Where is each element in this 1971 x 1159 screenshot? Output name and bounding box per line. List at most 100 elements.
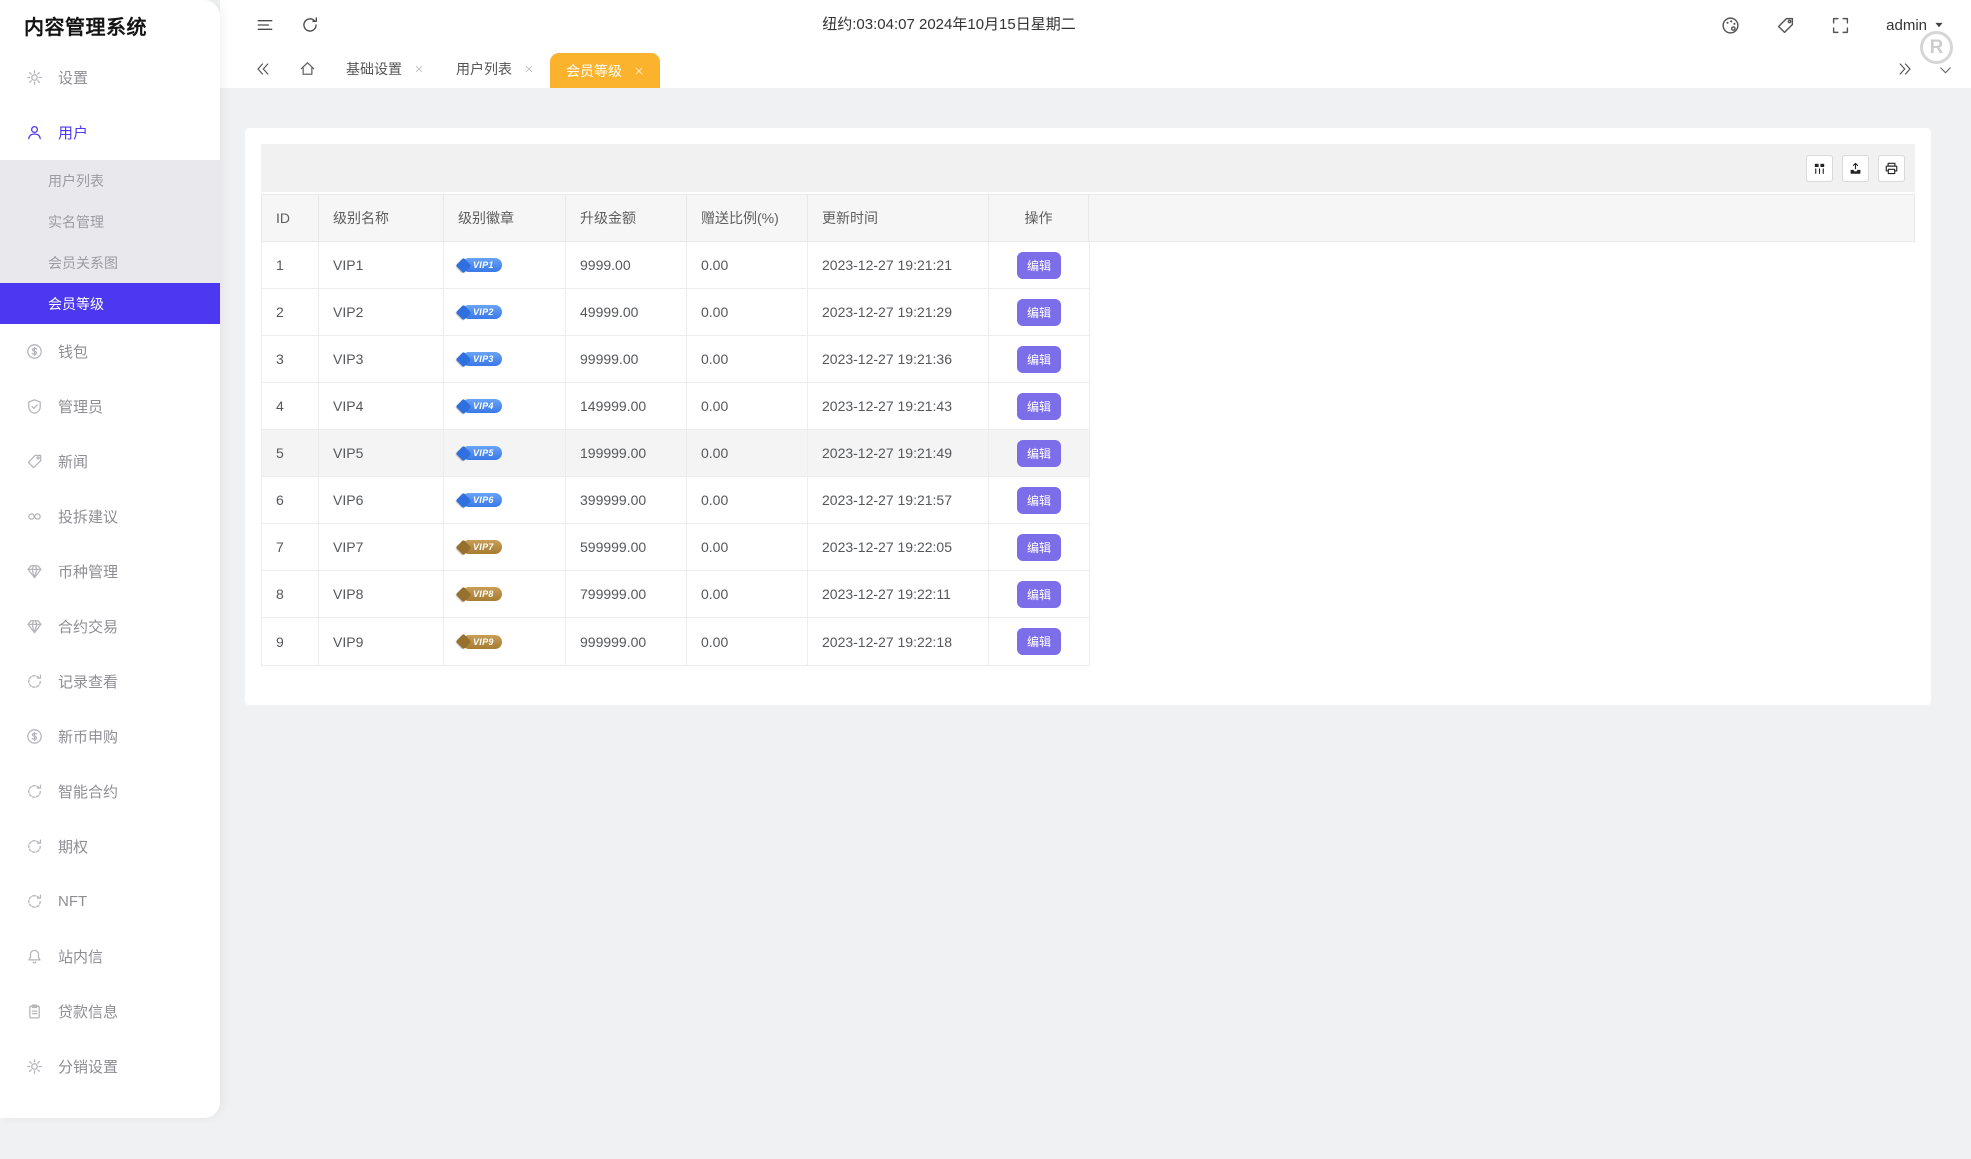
close-icon[interactable]: [524, 64, 534, 74]
refresh-icon[interactable]: [301, 16, 319, 34]
row-id: 8: [276, 586, 284, 602]
price-tag-icon[interactable]: [1776, 16, 1795, 35]
column-header: 赠送比例(%): [687, 195, 808, 241]
sidebar-subitem[interactable]: 实名管理: [0, 201, 220, 242]
tab[interactable]: 会员等级: [550, 53, 660, 88]
vip-badge-icon: VIP8: [455, 586, 502, 602]
table-row: 3 VIP3 VIP3 99999.00 0.00 2023-12-27 19:21:36…: [262, 336, 1089, 383]
cell-gift-ratio: 0.00: [687, 289, 808, 335]
table-row: 5 VIP5 VIP5 199999.00 0.00 2023-12-27 19:21:4…: [262, 430, 1089, 477]
column-header: 级别名称: [319, 195, 444, 241]
table-row: 6 VIP6 VIP6 399999.00 0.00 2023-12-27 19:21:5…: [262, 477, 1089, 524]
upgrade-amount: 799999.00: [580, 586, 647, 602]
sidebar-item[interactable]: 用户: [0, 105, 220, 160]
vip-badge-icon: VIP7: [455, 539, 502, 555]
cell-level-name: VIP9: [319, 618, 444, 665]
sidebar-item[interactable]: 投拆建议: [0, 489, 220, 544]
edit-button[interactable]: 编辑: [1016, 345, 1061, 373]
edit-button[interactable]: 编辑: [1016, 486, 1061, 514]
sidebar-subitem[interactable]: 会员关系图: [0, 242, 220, 283]
gear-icon: [26, 69, 43, 86]
tab[interactable]: 基础设置: [330, 50, 440, 88]
row-id: 2: [276, 304, 284, 320]
columns-icon: [1812, 161, 1827, 176]
cell-id: 8: [262, 571, 319, 617]
upgrade-amount: 599999.00: [580, 539, 647, 555]
cell-gift-ratio: 0.00: [687, 336, 808, 382]
sidebar-item[interactable]: NFT: [0, 874, 220, 929]
tab-label: 基础设置: [346, 61, 402, 77]
cell-upgrade-amount: 599999.00: [566, 524, 687, 570]
history-icon: [26, 673, 43, 690]
upgrade-amount: 399999.00: [580, 492, 647, 508]
row-id: 1: [276, 257, 284, 273]
cell-actions: 编辑: [989, 289, 1089, 335]
sidebar: 内容管理系统 设置 用户 用户列表 实名管理 会员关系图 会员等级 钱包 管理员 新闻 投拆建议币…: [0, 0, 220, 1118]
sidebar-item[interactable]: 新闻: [0, 434, 220, 489]
sidebar-item-label: 投拆建议: [58, 509, 119, 526]
sidebar-item[interactable]: 设置: [0, 50, 220, 105]
sidebar-item[interactable]: 合约交易: [0, 599, 220, 654]
fullscreen-icon[interactable]: [1831, 16, 1850, 35]
updated-time: 2023-12-27 19:21:36: [822, 351, 952, 367]
menu-collapse-icon[interactable]: [256, 16, 274, 34]
home-icon[interactable]: [299, 60, 316, 77]
cell-id: 7: [262, 524, 319, 570]
tag-icon: [26, 453, 43, 470]
columns-button[interactable]: [1806, 154, 1833, 182]
admin-label: admin: [1886, 16, 1927, 34]
print-button[interactable]: [1878, 154, 1905, 182]
sidebar-item[interactable]: 贷款信息: [0, 984, 220, 1039]
sidebar-subitem[interactable]: 会员等级: [0, 283, 220, 324]
gift-ratio: 0.00: [701, 586, 729, 602]
export-button[interactable]: [1842, 154, 1869, 182]
palette-icon[interactable]: [1721, 16, 1740, 35]
edit-button[interactable]: 编辑: [1016, 580, 1061, 608]
vip-badge-icon: VIP3: [455, 351, 502, 367]
upgrade-amount: 49999.00: [580, 304, 639, 320]
avatar[interactable]: R: [1920, 31, 1953, 64]
level-name: VIP5: [333, 445, 364, 461]
sidebar-item[interactable]: 钱包: [0, 324, 220, 379]
edit-button[interactable]: 编辑: [1016, 392, 1061, 420]
chevrons-left-icon[interactable]: [255, 61, 271, 77]
sidebar-item[interactable]: 新币申购: [0, 709, 220, 764]
vip-badge-icon: VIP5: [455, 445, 502, 461]
gift-ratio: 0.00: [701, 304, 729, 320]
close-icon[interactable]: [414, 64, 424, 74]
tab-label: 会员等级: [566, 62, 622, 79]
cell-upgrade-amount: 199999.00: [566, 430, 687, 476]
print-icon: [1884, 161, 1899, 176]
edit-button[interactable]: 编辑: [1016, 251, 1061, 279]
sidebar-item[interactable]: 记录查看: [0, 654, 220, 709]
sidebar-item[interactable]: 管理员: [0, 379, 220, 434]
sidebar-item[interactable]: 期权: [0, 819, 220, 874]
updated-time: 2023-12-27 19:21:21: [822, 257, 952, 273]
edit-button[interactable]: 编辑: [1016, 628, 1061, 655]
table-row: 2 VIP2 VIP2 49999.00 0.00 2023-12-27 19:21:29…: [262, 289, 1089, 336]
cell-level-name: VIP4: [319, 383, 444, 429]
cell-updated-time: 2023-12-27 19:22:18: [808, 618, 989, 665]
sidebar-subitem-label: 会员关系图: [48, 254, 118, 271]
sidebar-item[interactable]: 站内信: [0, 929, 220, 984]
tab[interactable]: 用户列表: [440, 50, 550, 88]
updated-time: 2023-12-27 19:22:05: [822, 539, 952, 555]
chevron-down-icon[interactable]: [1938, 63, 1953, 78]
sidebar-item[interactable]: 智能合约: [0, 764, 220, 819]
sidebar-item[interactable]: 币种管理: [0, 544, 220, 599]
sidebar-item-label: 记录查看: [58, 674, 119, 691]
chevrons-right-icon[interactable]: [1897, 61, 1913, 77]
edit-button[interactable]: 编辑: [1016, 439, 1061, 467]
cell-gift-ratio: 0.00: [687, 242, 808, 288]
close-icon[interactable]: [634, 66, 644, 76]
row-id: 3: [276, 351, 284, 367]
column-header-label: 操作: [1024, 210, 1053, 226]
topbar: 纽约:03:04:07 2024年10月15日星期二 admin: [220, 0, 1971, 50]
sidebar-subitem[interactable]: 用户列表: [0, 160, 220, 201]
cell-actions: 编辑: [989, 336, 1089, 382]
sidebar-item[interactable]: 分销设置: [0, 1039, 220, 1094]
edit-button[interactable]: 编辑: [1016, 298, 1061, 326]
sidebar-item-label: 合约交易: [58, 619, 119, 636]
edit-button[interactable]: 编辑: [1016, 533, 1061, 561]
sidebar-item-label: 新闻: [58, 454, 89, 471]
